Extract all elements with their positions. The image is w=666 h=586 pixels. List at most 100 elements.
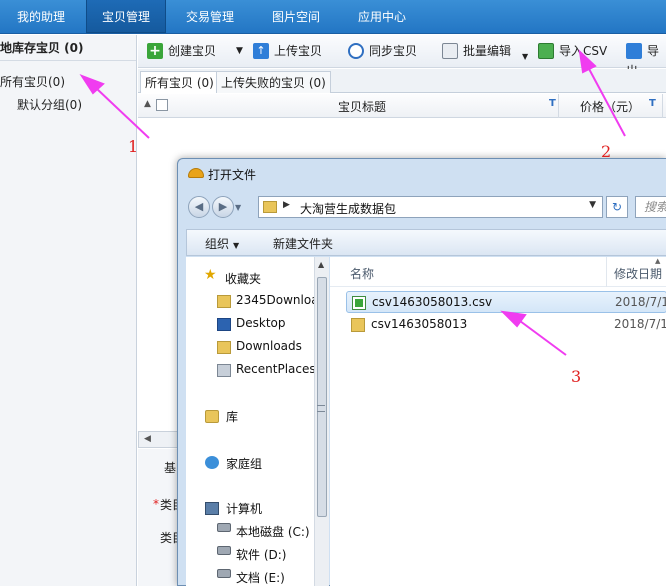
desktop-icon	[217, 318, 231, 331]
nav-2345downloads[interactable]: 2345Downloads	[236, 293, 316, 307]
filter-icon[interactable]: T	[549, 98, 556, 109]
base-info-label: 基	[164, 461, 177, 475]
file-modified: 2018/7/1	[614, 317, 666, 331]
import-csv-label: 导入CSV	[559, 44, 608, 58]
nav-computer[interactable]: 计算机	[226, 500, 262, 517]
batch-edit-label: 批量编辑	[463, 44, 512, 58]
table-header: ▲ 宝贝标题 T 价格（元） T	[138, 94, 666, 118]
csv-file-icon	[352, 296, 366, 310]
command-bar: 组织 ▼ 新建文件夹	[186, 229, 666, 256]
library-icon	[205, 410, 219, 423]
organize-button[interactable]: 组织 ▼	[205, 235, 239, 252]
left-sidebar: 地库存宝贝 (0) 所有宝贝(0) 默认分组(0)	[0, 35, 137, 586]
create-dropdown-caret[interactable]: ▼	[236, 41, 243, 61]
address-dropdown-icon[interactable]: ▼	[589, 200, 596, 210]
address-row: ◀ ▶ ▼ ▶ 大淘营生成数据包 ▼ ↻ 搜索	[178, 191, 666, 221]
nav-homegroup[interactable]: 家庭组	[226, 455, 262, 472]
forward-button[interactable]: ▶	[212, 196, 234, 218]
upload-item-button[interactable]: ↑ 上传宝贝	[253, 41, 322, 61]
scroll-up-icon[interactable]: ▲	[318, 260, 324, 269]
back-button[interactable]: ◀	[188, 196, 210, 218]
plus-icon: +	[147, 42, 163, 59]
drive-icon	[217, 569, 231, 578]
sort-up-icon: ▲	[655, 257, 661, 265]
tab-image-space[interactable]: 图片空间	[256, 0, 336, 34]
sidebar-item-default-group[interactable]: 默认分组(0)	[17, 96, 82, 113]
top-nav: 我的助理 宝贝管理 交易管理 图片空间 应用中心	[0, 0, 666, 34]
tab-trade-management[interactable]: 交易管理	[170, 0, 250, 34]
refresh-button[interactable]: ↻	[606, 196, 628, 218]
search-input[interactable]: 搜索	[635, 196, 666, 218]
scroll-left-icon[interactable]: ◀	[144, 434, 151, 444]
nav-recentplaces[interactable]: RecentPlaces	[236, 362, 316, 376]
sync-item-label: 同步宝贝	[369, 44, 418, 58]
nav-desktop[interactable]: Desktop	[236, 316, 286, 330]
star-icon: ★	[204, 267, 217, 283]
column-title[interactable]: 宝贝标题	[338, 98, 386, 115]
column-modified[interactable]: 修改日期	[614, 265, 662, 282]
nav-downloads[interactable]: Downloads	[236, 339, 302, 353]
recent-places-icon	[217, 364, 231, 377]
file-modified: 2018/7/1	[615, 295, 666, 309]
sync-item-button[interactable]: 同步宝贝	[348, 41, 417, 61]
filter-icon[interactable]: T	[649, 98, 656, 109]
chevron-down-icon: ▼	[233, 241, 240, 250]
file-list-pane: 名称 修改日期 ▲ csv1463058013.csv 2018/7/1 csv…	[330, 257, 666, 586]
batch-edit-caret[interactable]: ▼	[522, 47, 528, 67]
column-divider	[558, 94, 559, 118]
annotation-number: 2	[601, 142, 612, 161]
downloads-folder-icon	[217, 341, 231, 354]
file-name: csv1463058013.csv	[372, 295, 493, 309]
tab-item-management[interactable]: 宝贝管理	[86, 0, 166, 33]
sort-up-icon[interactable]: ▲	[144, 99, 151, 109]
tab-my-assistant[interactable]: 我的助理	[0, 0, 82, 34]
chevron-right-icon[interactable]: ▶	[283, 200, 290, 210]
column-name[interactable]: 名称	[350, 265, 374, 282]
folder-icon	[263, 201, 277, 213]
address-path: 大淘营生成数据包	[300, 202, 397, 216]
folder-icon	[351, 318, 365, 332]
export-icon	[626, 42, 642, 59]
upload-item-label: 上传宝贝	[274, 44, 323, 58]
import-csv-button[interactable]: 导入CSV	[538, 41, 607, 61]
nav-library[interactable]: 库	[226, 408, 238, 425]
new-folder-button[interactable]: 新建文件夹	[273, 235, 333, 252]
nav-drive-e[interactable]: 文档 (E:)	[236, 569, 285, 586]
column-price[interactable]: 价格（元）	[580, 98, 640, 115]
batch-edit-button[interactable]: 批量编辑	[442, 41, 511, 61]
column-divider	[662, 94, 663, 118]
drive-icon	[217, 546, 231, 555]
file-list-header: 名称 修改日期 ▲	[330, 257, 666, 287]
sidebar-title: 地库存宝贝 (0)	[0, 41, 84, 55]
folder-icon	[217, 295, 231, 308]
select-all-checkbox[interactable]	[156, 99, 168, 111]
nav-drive-c[interactable]: 本地磁盘 (C:)	[236, 523, 310, 540]
computer-icon	[205, 502, 219, 515]
grip-icon	[317, 405, 325, 412]
dialog-title: 打开文件	[208, 168, 257, 182]
toolbar: + 创建宝贝 ▼ ↑ 上传宝贝 同步宝贝 批量编辑 ▼ 导入CSV 导出	[138, 35, 666, 78]
create-item-button[interactable]: + 创建宝贝	[147, 41, 216, 61]
sidebar-item-all[interactable]: 所有宝贝(0)	[0, 73, 65, 90]
history-dropdown-icon[interactable]: ▼	[235, 203, 241, 212]
export-button[interactable]: 导出	[626, 41, 666, 78]
tab-app-center[interactable]: 应用中心	[342, 0, 422, 34]
organize-label: 组织	[205, 237, 230, 251]
nav-scrollbar[interactable]: ▲	[314, 257, 329, 586]
nav-favorites[interactable]: 收藏夹	[225, 270, 261, 287]
file-row-folder[interactable]: csv1463058013 2018/7/1	[346, 314, 666, 336]
dialog-titlebar[interactable]: 打开文件	[178, 159, 666, 187]
file-row-csv[interactable]: csv1463058013.csv 2018/7/1	[346, 291, 666, 313]
homegroup-icon	[205, 456, 219, 469]
nav-drive-d[interactable]: 软件 (D:)	[236, 546, 286, 563]
create-item-label: 创建宝贝	[168, 44, 217, 58]
edit-icon	[442, 42, 458, 59]
address-bar[interactable]: ▶ 大淘营生成数据包 ▼	[258, 196, 603, 218]
subtab-upload-failed[interactable]: 上传失败的宝贝 (0)	[216, 71, 331, 93]
subtab-all-items[interactable]: 所有宝贝 (0)	[140, 71, 219, 93]
drive-icon	[217, 523, 231, 532]
app-icon	[188, 168, 204, 178]
scroll-thumb[interactable]	[317, 277, 327, 517]
column-divider[interactable]	[606, 257, 607, 287]
required-mark: *	[153, 497, 159, 511]
